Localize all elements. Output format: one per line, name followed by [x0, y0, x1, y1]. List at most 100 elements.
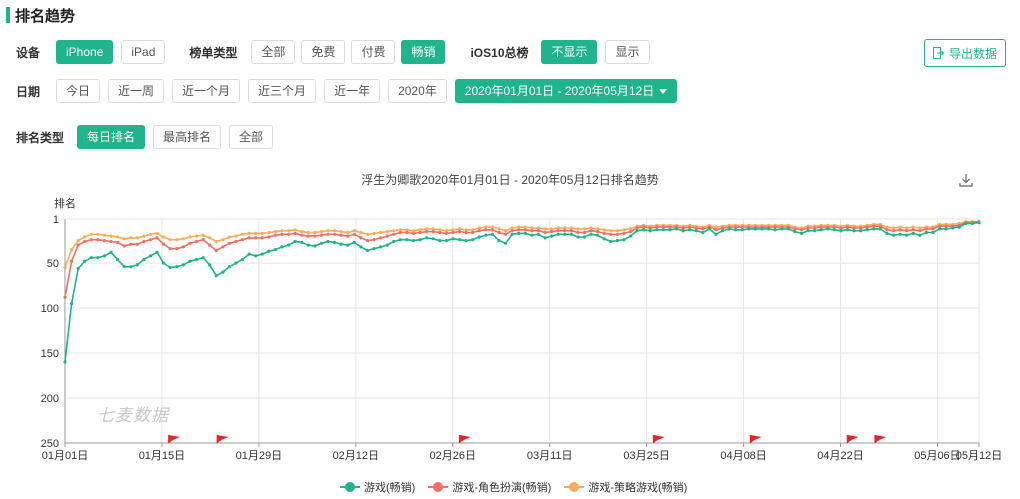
series-point-0 [924, 230, 928, 235]
series-point-1 [365, 238, 370, 243]
series-point-0 [418, 238, 422, 242]
series-point-1 [379, 236, 383, 240]
series-point-1 [385, 234, 389, 238]
series-point-1 [135, 242, 139, 246]
series-point-0 [543, 236, 547, 240]
series-point-2 [286, 229, 291, 233]
series-point-0 [129, 265, 133, 269]
series-point-0 [517, 231, 521, 235]
series-point-1 [352, 232, 356, 236]
series-point-0 [116, 257, 120, 262]
series-point-0 [109, 250, 113, 254]
series-point-1 [523, 228, 527, 232]
series-point-0 [306, 243, 310, 247]
series-point-0 [385, 243, 389, 247]
series-point-2 [102, 233, 107, 237]
series-point-1 [63, 295, 67, 299]
series-point-0 [622, 238, 626, 242]
series-point-2 [63, 265, 67, 270]
series-point-2 [221, 238, 225, 242]
series-point-0 [964, 221, 968, 226]
series-point-1 [201, 238, 205, 242]
chart-legend: 游戏(畅销) 游戏-角色扮演(畅销) 游戏-策略游戏(畅销) [340, 479, 700, 495]
watermark: 七麦数据 [97, 406, 169, 425]
legend-label-strategy: 游戏-策略游戏(畅销) [588, 482, 688, 494]
series-point-0 [569, 232, 573, 236]
series-point-2 [332, 229, 337, 233]
series-point-2 [247, 231, 251, 235]
series-point-2 [135, 236, 139, 240]
series-point-0 [379, 245, 383, 249]
y-tick-label: 100 [41, 303, 59, 315]
series-point-1 [280, 232, 284, 236]
series-point-0 [431, 237, 435, 241]
legend-marker-game [340, 482, 360, 492]
series-point-1 [425, 229, 429, 234]
series-point-1 [622, 231, 626, 235]
legend-marker-strategy [564, 482, 585, 492]
series-point-0 [102, 254, 107, 258]
series-point-0 [208, 263, 212, 267]
series-point-1 [319, 233, 324, 237]
series-point-1 [83, 239, 87, 244]
series-point-0 [240, 257, 245, 262]
series-point-1 [240, 238, 245, 242]
series-point-2 [313, 230, 317, 235]
series-point-2 [339, 229, 343, 234]
series-point-0 [352, 240, 356, 244]
legend-item-strategy[interactable]: 游戏-策略游戏(畅销) [564, 479, 687, 495]
series-point-0 [707, 227, 712, 231]
x-tick-label: 02月26日 [430, 450, 476, 462]
series-point-0 [523, 231, 527, 235]
series-point-0 [365, 248, 370, 253]
series-point-0 [556, 232, 560, 236]
series-point-0 [372, 247, 376, 251]
series-point-0 [398, 238, 402, 242]
series-point-0 [799, 231, 804, 235]
event-flag-icon [875, 435, 887, 443]
series-point-1 [188, 241, 192, 245]
series-point-2 [188, 235, 192, 239]
series-point-0 [898, 232, 902, 236]
series-point-1 [273, 233, 278, 237]
series-point-1 [536, 229, 541, 233]
series-point-2 [497, 227, 501, 231]
series-point-0 [674, 227, 679, 231]
series-point-1 [530, 229, 534, 233]
series-point-1 [503, 232, 508, 236]
series-point-0 [859, 229, 863, 233]
series-point-1 [96, 238, 100, 242]
legend-item-rpg[interactable]: 游戏-角色扮演(畅销) [428, 479, 551, 495]
series-point-1 [543, 230, 547, 235]
series-point-2 [326, 229, 330, 233]
series-point-0 [970, 221, 975, 226]
series-point-1 [905, 229, 909, 233]
series-point-0 [905, 233, 909, 237]
series-point-0 [63, 360, 67, 364]
x-tick-label: 04月08日 [720, 450, 766, 462]
series-point-0 [293, 239, 297, 244]
series-point-2 [365, 232, 370, 236]
x-tick-label: 02月12日 [333, 450, 379, 462]
series-point-2 [602, 228, 606, 232]
series-point-0 [944, 227, 948, 231]
series-point-0 [536, 232, 541, 236]
series-point-2 [260, 231, 264, 235]
series-point-1 [714, 228, 718, 232]
legend-item-game[interactable]: 游戏(畅销) [340, 479, 415, 495]
series-point-1 [497, 230, 501, 235]
series-point-1 [247, 236, 251, 240]
series-point-2 [273, 229, 278, 234]
event-flag-icon [168, 435, 180, 443]
series-point-0 [332, 240, 337, 244]
series-point-0 [227, 265, 231, 269]
series-point-1 [628, 229, 633, 234]
series-point-0 [609, 239, 613, 244]
series-point-0 [852, 229, 856, 233]
series-point-2 [392, 229, 396, 233]
series-point-0 [359, 245, 363, 249]
series-point-0 [937, 227, 942, 231]
series-point-1 [300, 233, 304, 237]
series-point-0 [254, 254, 258, 258]
series-point-0 [214, 274, 218, 278]
